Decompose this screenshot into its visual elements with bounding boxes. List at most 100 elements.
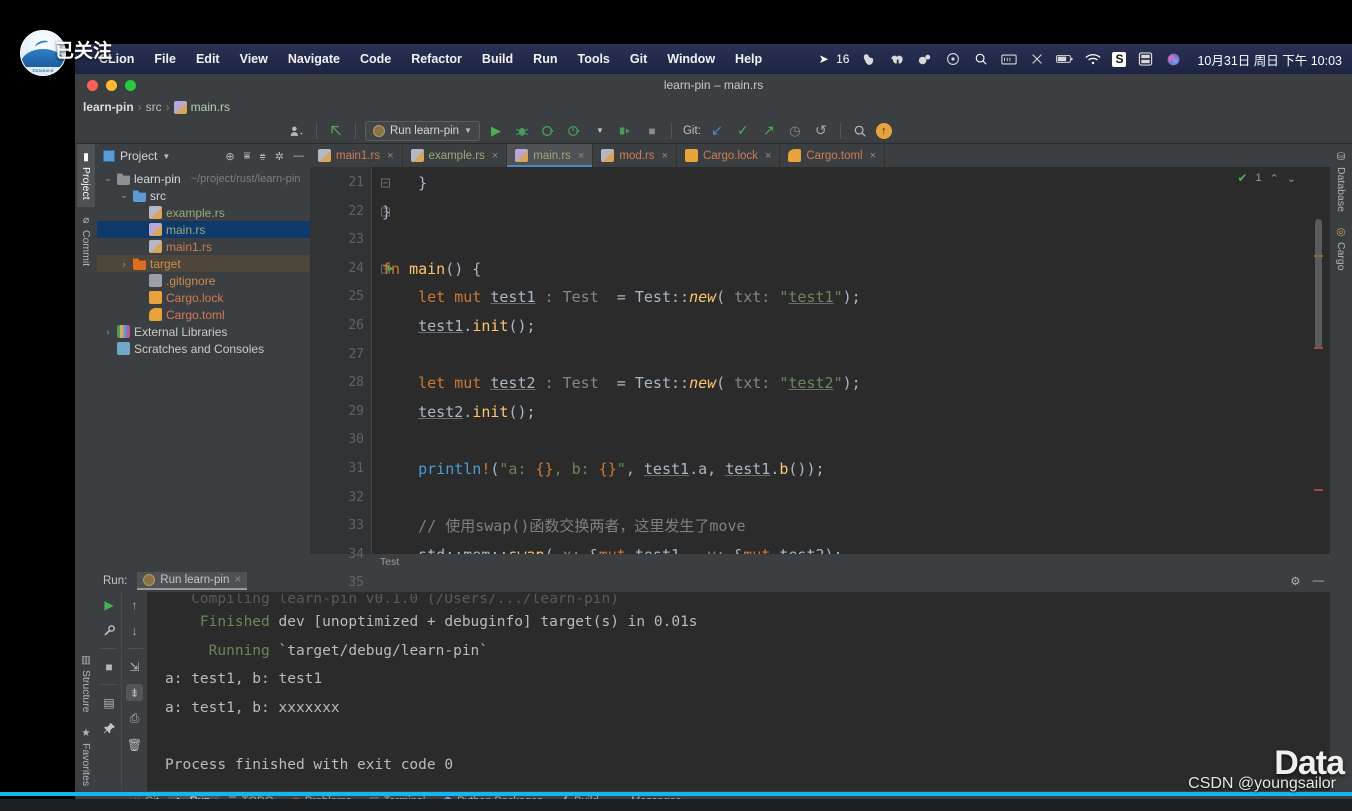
- code-line[interactable]: std::mem::swap( x: &mut test1, y: &mut t…: [382, 541, 1330, 554]
- chevron-down-icon[interactable]: ▼: [162, 152, 170, 161]
- prev-problem-icon[interactable]: ⌃: [1270, 172, 1279, 185]
- run-with-coverage-button[interactable]: [538, 121, 558, 141]
- git-history-button[interactable]: ◷: [785, 121, 805, 141]
- tree-node[interactable]: › target: [97, 255, 310, 272]
- git-commit-button[interactable]: ✓: [733, 121, 753, 141]
- siri-icon[interactable]: [1165, 51, 1182, 68]
- menu-item-code[interactable]: Code: [350, 52, 401, 66]
- close-icon[interactable]: ×: [870, 150, 876, 162]
- gutter-line[interactable]: 23: [310, 226, 372, 255]
- close-icon[interactable]: ×: [578, 150, 584, 162]
- stop-button[interactable]: ■: [642, 121, 662, 141]
- code-line[interactable]: // 使用swap()函数交换两者，这里发生了move: [382, 512, 1330, 541]
- run-button[interactable]: ▶: [486, 121, 506, 141]
- mastodon-icon[interactable]: [888, 51, 905, 68]
- hide-panel-icon[interactable]: —: [1313, 575, 1325, 587]
- code-line[interactable]: [382, 226, 1330, 255]
- code-line[interactable]: [382, 484, 1330, 513]
- print-button[interactable]: ⎙: [126, 710, 143, 727]
- rerun-button[interactable]: ▶: [101, 596, 118, 613]
- gutter-line[interactable]: 31: [310, 455, 372, 484]
- left-tool-rail[interactable]: ▮ Project ⌀ Commit ▥ Structure ★ Favorit…: [75, 144, 97, 811]
- close-icon[interactable]: ×: [662, 150, 668, 162]
- gutter-line[interactable]: 22−: [310, 198, 390, 227]
- macos-menu-bar[interactable]: CLion File Edit View Navigate Code Refactor Bui…: [75, 44, 1352, 74]
- code-line[interactable]: let mut test2 : Test = Test::new( txt: "…: [382, 369, 1330, 398]
- profile-button[interactable]: [564, 121, 584, 141]
- search-icon[interactable]: [972, 51, 989, 68]
- gutter-line[interactable]: 21−: [310, 169, 390, 198]
- sidebar-item-structure[interactable]: ▥ Structure: [77, 647, 95, 720]
- collapse-all-icon[interactable]: ⩷: [259, 150, 265, 163]
- gutter-line[interactable]: 29: [310, 398, 372, 427]
- editor-scrollbar[interactable]: [1312, 167, 1324, 554]
- run-actions-rail-right[interactable]: ↑ ↓ ⇲ ⇟ ⎙ 🗑: [121, 592, 147, 791]
- scissors-icon[interactable]: [1028, 51, 1045, 68]
- code-line[interactable]: println!("a: {}, b: {}", test1.a, test1.…: [382, 455, 1330, 484]
- breadcrumb-folder[interactable]: src: [146, 100, 162, 114]
- dock-icon[interactable]: [1137, 51, 1154, 68]
- gutter-line[interactable]: 25: [310, 283, 372, 312]
- chevron-icon[interactable]: ⌄: [103, 173, 113, 184]
- gutter-line[interactable]: 26: [310, 312, 372, 341]
- locate-icon[interactable]: ⊕: [225, 150, 234, 163]
- gutter-line[interactable]: 32: [310, 484, 372, 513]
- sidebar-item-cargo[interactable]: ◎ Cargo: [1332, 219, 1350, 278]
- edit-configurations-button[interactable]: [101, 622, 118, 639]
- console-output[interactable]: Compiling learn-pin v0.1.0 (/Users/.../l…: [147, 592, 1330, 791]
- back-arrow-icon[interactable]: [326, 121, 346, 141]
- play-circle-icon[interactable]: [944, 51, 961, 68]
- menu-item-run[interactable]: Run: [523, 52, 567, 66]
- code-line[interactable]: [382, 426, 1330, 455]
- menu-item-edit[interactable]: Edit: [186, 52, 230, 66]
- sidebar-item-favorites[interactable]: ★ Favorites: [77, 720, 95, 793]
- scrollbar-thumb[interactable]: [1315, 219, 1322, 349]
- editor-tab-main-rs[interactable]: main.rs ×: [507, 144, 594, 167]
- menu-item-tools[interactable]: Tools: [567, 52, 619, 66]
- gutter-line[interactable]: 34: [310, 541, 372, 570]
- tree-node[interactable]: main.rs: [97, 221, 310, 238]
- wifi-icon[interactable]: [1084, 51, 1101, 68]
- scroll-to-end-button[interactable]: ⇟: [126, 684, 143, 701]
- editor-tab-example-rs[interactable]: example.rs ×: [403, 144, 508, 167]
- code-line[interactable]: }: [382, 169, 1330, 198]
- search-everywhere-icon[interactable]: [850, 121, 870, 141]
- profile-dropdown-icon[interactable]: ▼: [590, 121, 610, 141]
- run-tab[interactable]: Run learn-pin ×: [137, 572, 248, 590]
- editor-tab-Cargo-toml[interactable]: Cargo.toml ×: [780, 144, 886, 167]
- gutter-line[interactable]: 27: [310, 341, 372, 370]
- project-tree[interactable]: ⌄ learn-pin ~/project/rust/learn-pin ⌄ src ex…: [97, 168, 310, 570]
- tree-node[interactable]: example.rs: [97, 204, 310, 221]
- battery-icon[interactable]: [1056, 51, 1074, 68]
- code-line[interactable]: fn main() {: [382, 255, 1330, 284]
- close-icon[interactable]: ×: [492, 150, 498, 162]
- run-tool-window[interactable]: Run: Run learn-pin × ⚙ — ▶ ■ ▤ ↑ ↓ ⇲ ⇟ ⎙…: [97, 570, 1330, 791]
- tree-node[interactable]: Scratches and Consoles: [97, 340, 310, 357]
- hide-panel-icon[interactable]: —: [293, 150, 304, 162]
- stop-button[interactable]: ■: [101, 658, 118, 675]
- code-line[interactable]: [382, 341, 1330, 370]
- tree-node[interactable]: Cargo.lock: [97, 289, 310, 306]
- scroll-up-button[interactable]: ↑: [126, 596, 143, 613]
- telegram-icon[interactable]: ➤: [815, 51, 832, 68]
- run-actions-rail-left[interactable]: ▶ ■ ▤: [97, 592, 121, 791]
- chevron-icon[interactable]: ›: [119, 259, 129, 269]
- tree-node[interactable]: ⌄ learn-pin ~/project/rust/learn-pin: [97, 170, 310, 187]
- main-toolbar[interactable]: Run learn-pin ▼ ▶ ▼ ■ Git: ↙ ✓ ↗ ◷ ↺ ↑: [75, 118, 1352, 144]
- breadcrumb[interactable]: learn-pin › src › main.rs: [75, 96, 1352, 118]
- attach-process-button[interactable]: [616, 121, 636, 141]
- code-line[interactable]: }: [382, 198, 1330, 227]
- follow-badge[interactable]: 已关注: [55, 36, 112, 63]
- pin-tab-button[interactable]: [101, 720, 118, 737]
- gutter-line[interactable]: 24 ▶ −: [310, 255, 394, 284]
- project-tool-window[interactable]: Project ▼ ⊕ ⩸ ⩷ ✲ — ⌄ learn-pin ~/projec…: [97, 144, 310, 570]
- close-icon[interactable]: ×: [765, 150, 771, 162]
- menu-item-file[interactable]: File: [144, 52, 186, 66]
- project-panel-header[interactable]: Project ▼ ⊕ ⩸ ⩷ ✲ —: [97, 144, 310, 168]
- menu-item-refactor[interactable]: Refactor: [401, 52, 472, 66]
- menu-item-build[interactable]: Build: [472, 52, 523, 66]
- menu-item-view[interactable]: View: [230, 52, 278, 66]
- git-rollback-button[interactable]: ↺: [811, 121, 831, 141]
- breadcrumb-project[interactable]: learn-pin: [83, 100, 134, 114]
- gutter-line[interactable]: 33: [310, 512, 372, 541]
